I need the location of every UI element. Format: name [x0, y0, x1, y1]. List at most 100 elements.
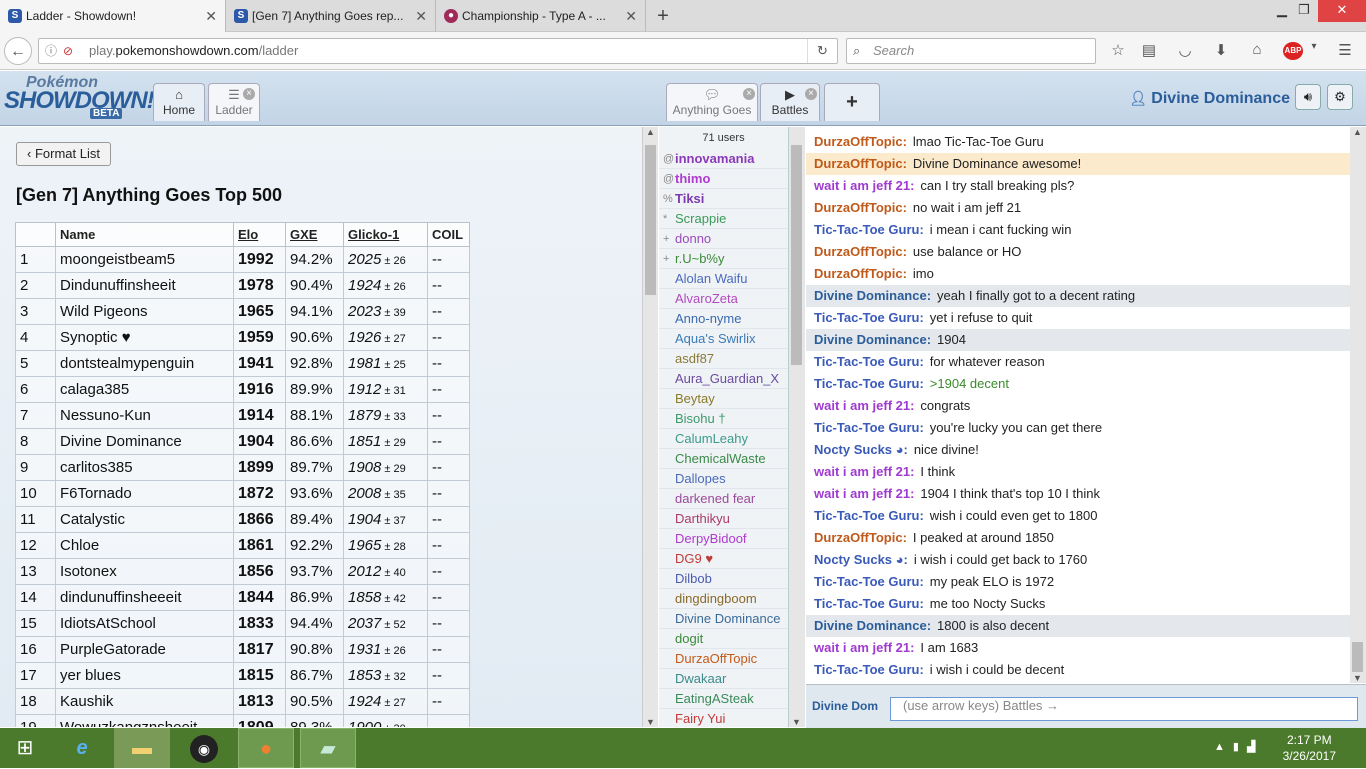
notes-app-icon[interactable]: ▰ [300, 728, 356, 768]
chat-sender[interactable]: Nocty Sucks ◕: [814, 552, 908, 567]
windows-start-icon[interactable]: ⊞ [0, 728, 50, 768]
gear-icon[interactable]: ⚙ [1327, 84, 1353, 110]
chat-sender[interactable]: Nocty Sucks ◕: [814, 442, 908, 457]
chat-sender[interactable]: wait i am jeff 21: [814, 464, 914, 479]
column-header[interactable]: GXE [285, 222, 344, 247]
chat-sender[interactable]: DurzaOffTopic: [814, 156, 907, 171]
scroll-down-icon[interactable]: ▼ [1353, 673, 1362, 683]
window-close-button[interactable]: ✕ [1318, 0, 1366, 22]
user-list-item[interactable]: ChemicalWaste [659, 449, 788, 469]
user-list-item[interactable]: Dilbob [659, 569, 788, 589]
chat-sender[interactable]: Tic-Tac-Toe Guru: [814, 310, 924, 325]
user-list-item[interactable]: Alolan Waifu [659, 269, 788, 289]
user-list-item[interactable]: Bisohu † [659, 409, 788, 429]
showdown-logo[interactable]: Pokémon SHOWDOWN! BETA [4, 74, 155, 120]
chat-sender[interactable]: Divine Dominance: [814, 288, 931, 303]
chat-scrollbar[interactable]: ▲ ▼ [1350, 127, 1366, 683]
download-icon[interactable]: ⬇ [1210, 41, 1232, 59]
tab-ladder[interactable]: ☰ Ladder × [208, 83, 260, 121]
home-icon[interactable]: ⌂ [1246, 41, 1268, 58]
chat-sender[interactable]: Tic-Tac-Toe Guru: [814, 596, 924, 611]
player-name-link[interactable]: Kaushik [55, 688, 234, 715]
user-list-item[interactable]: DurzaOffTopic [659, 649, 788, 669]
chat-sender[interactable]: wait i am jeff 21: [814, 398, 914, 413]
user-list-item[interactable]: DG9 ♥ [659, 549, 788, 569]
chat-sender[interactable]: Tic-Tac-Toe Guru: [814, 574, 924, 589]
pocket-icon[interactable]: ◡ [1174, 41, 1196, 59]
player-name-link[interactable]: Wowuzkangznsheeit [55, 714, 234, 727]
user-list-item[interactable]: Darthikyu [659, 509, 788, 529]
user-list-item[interactable]: asdf87 [659, 349, 788, 369]
player-name-link[interactable]: carlitos385 [55, 454, 234, 481]
user-list-item[interactable]: darkened fear [659, 489, 788, 509]
chat-sender[interactable]: Tic-Tac-Toe Guru: [814, 354, 924, 369]
tab-anything-goes[interactable]: 💬︎ Anything Goes × [666, 83, 758, 121]
taskbar-clock[interactable]: 2:17 PM 3/26/2017 [1283, 732, 1336, 764]
ladder-scrollbar[interactable]: ▲ ▼ [642, 127, 658, 727]
search-input[interactable]: ⌕ Search [846, 38, 1096, 64]
user-list-item[interactable]: Anno-nyme [659, 309, 788, 329]
close-tab-icon[interactable]: × [805, 88, 817, 100]
scroll-up-icon[interactable]: ▲ [1353, 127, 1362, 137]
scroll-down-icon[interactable]: ▼ [646, 717, 655, 727]
chat-sender[interactable]: DurzaOffTopic: [814, 266, 907, 281]
close-tab-icon[interactable]: ✕ [625, 0, 637, 32]
chat-input[interactable]: (use arrow keys) Battles → [890, 697, 1358, 721]
user-list-item[interactable]: * Scrappie [659, 209, 788, 229]
network-signal-icon[interactable]: ▟ [1247, 741, 1263, 753]
player-name-link[interactable]: calaga385 [55, 376, 234, 403]
username-display[interactable]: 👤︎ Divine Dominance [1129, 86, 1290, 110]
scrollbar-thumb[interactable] [1352, 642, 1363, 672]
player-name-link[interactable]: Chloe [55, 532, 234, 559]
user-list-item[interactable]: @ innovamania [659, 149, 788, 169]
user-list-item[interactable]: Aqua's Swirlix [659, 329, 788, 349]
close-tab-icon[interactable]: ✕ [415, 0, 427, 32]
blocked-content-icon[interactable]: ⊘ [63, 39, 73, 63]
url-bar[interactable]: ⓘ ⊘ play.pokemonshowdown.com/ladder ↻ [38, 38, 838, 64]
chat-sender[interactable]: DurzaOffTopic: [814, 530, 907, 545]
tab-home[interactable]: ⌂ Home [153, 83, 205, 121]
browser-tab[interactable]: S [Gen 7] Anything Goes rep... ✕ [226, 0, 436, 32]
adblock-dropdown-icon[interactable]: ▾ [1303, 41, 1325, 52]
player-name-link[interactable]: yer blues [55, 662, 234, 689]
reload-icon[interactable]: ↻ [807, 39, 837, 63]
new-room-button[interactable]: + [824, 83, 880, 121]
player-name-link[interactable]: dontstealmypenguin [55, 350, 234, 377]
player-name-link[interactable]: Wild Pigeons [55, 298, 234, 325]
user-list-item[interactable]: EatingASteak [659, 689, 788, 709]
chat-sender[interactable]: Tic-Tac-Toe Guru: [814, 662, 924, 677]
user-list-item[interactable]: dogit [659, 629, 788, 649]
user-list-item[interactable]: @ thimo [659, 169, 788, 189]
chat-sender[interactable]: Tic-Tac-Toe Guru: [814, 420, 924, 435]
player-name-link[interactable]: moongeistbeam5 [55, 246, 234, 273]
sound-icon[interactable]: 🔊︎ [1295, 84, 1321, 110]
user-list-item[interactable]: + donno [659, 229, 788, 249]
user-list-item[interactable]: Fairy Yui [659, 709, 788, 727]
close-tab-icon[interactable]: × [243, 88, 255, 100]
user-list-item[interactable]: DerpyBidoof [659, 529, 788, 549]
chat-sender[interactable]: Divine Dominance: [814, 618, 931, 633]
player-name-link[interactable]: Nessuno-Kun [55, 402, 234, 429]
player-name-link[interactable]: PurpleGatorade [55, 636, 234, 663]
obs-icon[interactable]: ◉ [176, 728, 232, 768]
chat-sender[interactable]: DurzaOffTopic: [814, 244, 907, 259]
player-name-link[interactable]: Dindunuffinsheeit [55, 272, 234, 299]
scrollbar-thumb[interactable] [645, 145, 656, 295]
back-arrow-icon[interactable]: ← [4, 37, 32, 65]
user-list-item[interactable]: dingdingboom [659, 589, 788, 609]
chat-sender[interactable]: Tic-Tac-Toe Guru: [814, 376, 924, 391]
player-name-link[interactable]: Synoptic ♥ [55, 324, 234, 351]
close-tab-icon[interactable]: ✕ [205, 0, 217, 32]
column-header[interactable]: Elo [233, 222, 286, 247]
tray-expand-icon[interactable]: ▲ [1214, 741, 1233, 753]
player-name-link[interactable]: Isotonex [55, 558, 234, 585]
user-list-item[interactable]: Dallopes [659, 469, 788, 489]
scroll-up-icon[interactable]: ▲ [646, 127, 655, 137]
adblock-icon[interactable]: ABP [1283, 42, 1303, 60]
file-explorer-icon[interactable]: ▬ [114, 728, 170, 768]
chat-sender[interactable]: DurzaOffTopic: [814, 200, 907, 215]
chat-sender[interactable]: wait i am jeff 21: [814, 486, 914, 501]
chat-sender[interactable]: wait i am jeff 21: [814, 178, 914, 193]
firefox-icon[interactable]: ● [238, 728, 294, 768]
security-icon[interactable]: ▮ [1233, 741, 1247, 753]
